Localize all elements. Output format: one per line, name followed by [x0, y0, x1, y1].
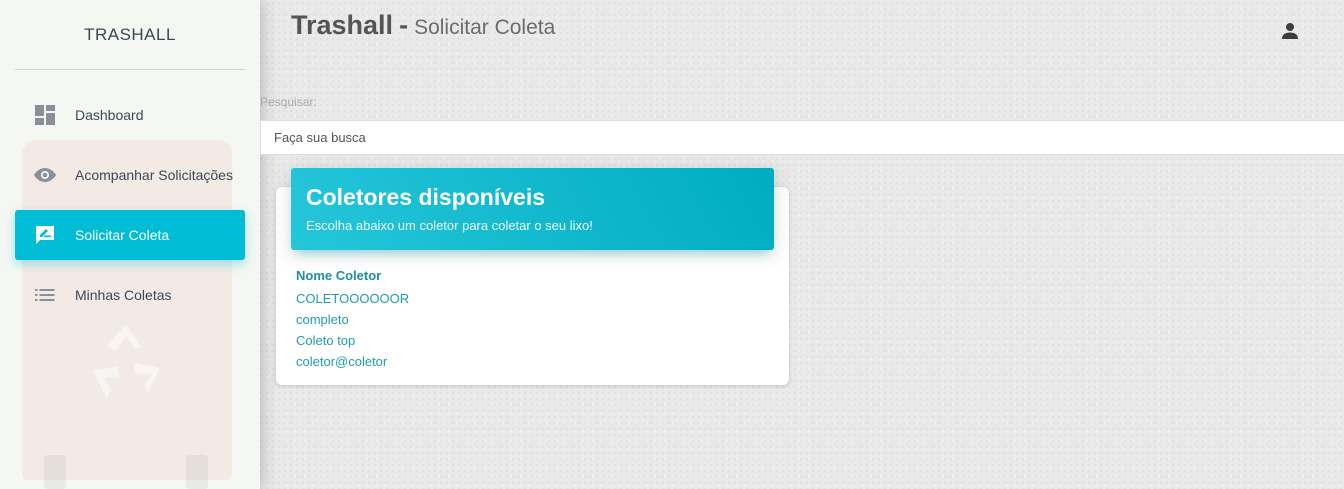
page-title-subtitle: Solicitar Coleta — [414, 16, 556, 39]
collector-list: Nome Coletor COLETOOOOOOR completo Colet… — [296, 267, 409, 372]
eye-icon — [33, 163, 57, 187]
column-header-nome-coletor: Nome Coletor — [296, 268, 382, 283]
collector-link[interactable]: Coleto top — [296, 330, 409, 351]
recycle-icon — [91, 323, 161, 399]
sidebar-item-dashboard[interactable]: Dashboard — [15, 90, 245, 140]
page-title-separator: - — [399, 10, 409, 40]
page-title-main[interactable]: Trashall — [291, 10, 393, 41]
collector-link[interactable]: COLETOOOOOOR — [296, 288, 409, 309]
dashboard-icon — [33, 103, 57, 127]
card-title: Coletores disponíveis — [306, 184, 546, 210]
brand-divider — [15, 69, 245, 70]
rate-review-icon — [33, 223, 57, 247]
bin-wheel-right — [186, 455, 208, 489]
collector-link[interactable]: completo — [296, 309, 409, 330]
sidebar-item-label: Minhas Coletas — [75, 287, 172, 303]
card-subtitle: Escolha abaixo um coletor para coletar o… — [306, 218, 593, 233]
sidebar-item-label: Solicitar Coleta — [75, 227, 170, 243]
sidebar: TRASHALL Dashboard Acompanhar Solicitaçõ… — [0, 0, 260, 489]
person-icon[interactable] — [1279, 20, 1301, 42]
brand-logo-text[interactable]: TRASHALL — [0, 0, 260, 70]
bin-wheel-left — [44, 455, 66, 489]
collector-link[interactable]: coletor@coletor — [296, 351, 409, 372]
sidebar-item-acompanhar[interactable]: Acompanhar Solicitações — [15, 150, 245, 200]
sidebar-item-solicitar-coleta[interactable]: Solicitar Coleta — [15, 210, 245, 260]
page-title: Trashall - Solicitar Coleta — [291, 10, 555, 41]
sidebar-item-label: Dashboard — [75, 107, 144, 123]
search-input[interactable] — [260, 120, 1344, 155]
collectors-card-header: Coletores disponíveis Escolha abaixo um … — [291, 168, 774, 250]
list-icon — [33, 283, 57, 307]
sidebar-item-label: Acompanhar Solicitações — [75, 167, 233, 183]
sidebar-item-minhas-coletas[interactable]: Minhas Coletas — [15, 270, 245, 320]
search-label: Pesquisar: — [260, 95, 317, 109]
